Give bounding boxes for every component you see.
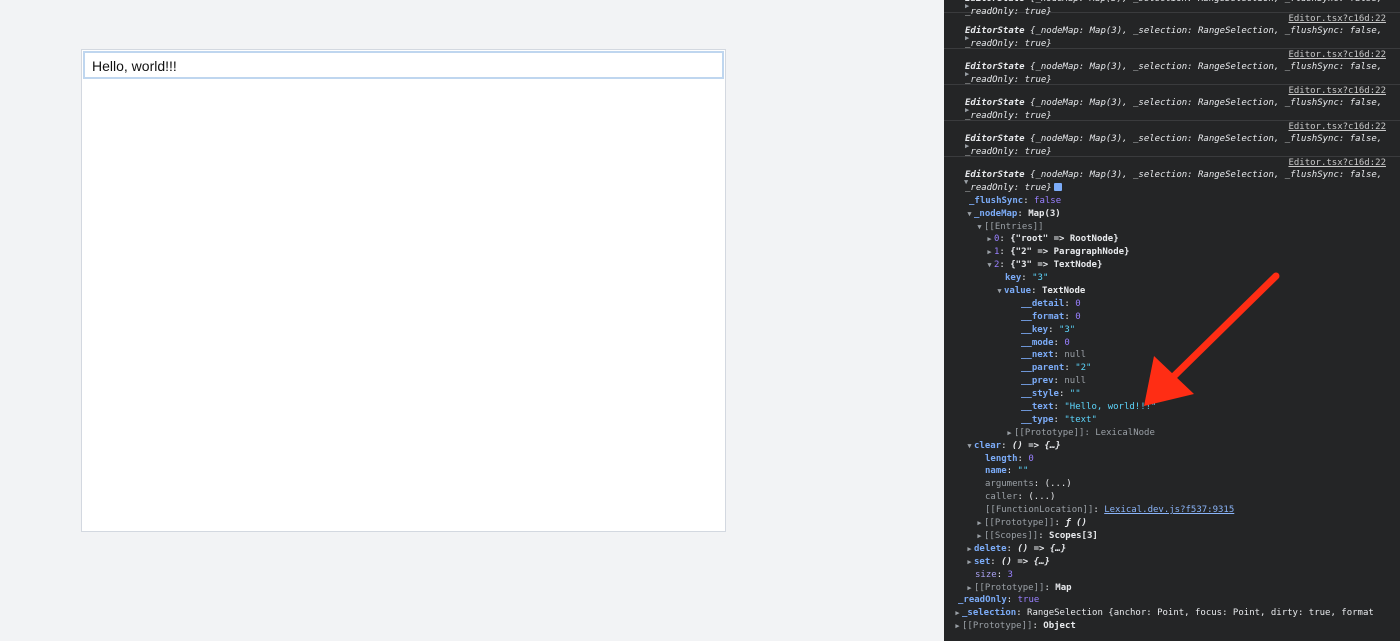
source-link[interactable]: Editor.tsx?c16d:22 [965, 85, 1392, 97]
expand-triangle-icon[interactable]: ▶ [953, 620, 962, 633]
collapse-triangle-icon[interactable]: ▼ [965, 208, 974, 221]
property-value: "text" [1064, 414, 1097, 425]
expand-triangle-icon[interactable]: ▶ [965, 543, 974, 556]
tree-row[interactable]: ▶ [[Prototype]]: Object [953, 620, 1392, 633]
expand-triangle-icon[interactable]: ▶ [1005, 427, 1014, 440]
property-key: __text [1021, 402, 1054, 413]
expand-triangle-icon[interactable]: ▶ [965, 582, 974, 595]
tree-row[interactable]: ▼ _nodeMap: Map(3) [965, 208, 1392, 221]
app-page: Hello, world!!! [0, 0, 944, 641]
tree-row[interactable]: arguments: (...) [965, 478, 1392, 491]
property-key: __prev [1021, 376, 1054, 387]
expand-triangle-icon[interactable]: ▶ [965, 0, 969, 13]
property-value: null [1064, 350, 1087, 361]
property-value: "" [1069, 389, 1081, 400]
expand-triangle-icon[interactable]: ▶ [975, 530, 984, 543]
console-log-entry[interactable]: Editor.tsx?c16d:22 ▶ EditorState {_nodeM… [944, 49, 1400, 85]
collapse-triangle-icon[interactable]: ▼ [964, 176, 968, 189]
tree-row[interactable]: ▶ [[Prototype]]: LexicalNode [965, 427, 1392, 440]
property-value: null [1064, 376, 1087, 387]
tree-row: name: "" [985, 466, 1029, 477]
collapse-triangle-icon[interactable]: ▼ [975, 221, 984, 234]
property-key: __key [1021, 324, 1049, 335]
tree-row: [[FunctionLocation]]: Lexical.dev.js?f53… [985, 505, 1235, 516]
expand-triangle-icon[interactable]: ▶ [965, 104, 969, 117]
property-key: __format [1021, 311, 1065, 322]
tree-row[interactable]: ▶ [[Scopes]]: Scopes[3] [965, 530, 1392, 543]
property-key: __parent [1021, 363, 1065, 374]
property-key: __next [1021, 350, 1054, 361]
expand-triangle-icon[interactable]: ▶ [965, 68, 969, 81]
editor-container: Hello, world!!! [81, 49, 726, 532]
expand-triangle-icon[interactable]: ▶ [953, 607, 962, 620]
expand-triangle-icon[interactable]: ▶ [975, 517, 984, 530]
tree-row[interactable]: ▼ [[Entries]] [965, 221, 1392, 234]
source-link[interactable]: Editor.tsx?c16d:22 [965, 13, 1392, 25]
console-log-entry[interactable]: ▶ EditorState {_nodeMap: Map(3), _select… [944, 0, 1400, 17]
red-arrow-annotation [1144, 272, 1280, 406]
tree-row[interactable]: ▶ _selection: RangeSelection {anchor: Poi… [953, 607, 1392, 620]
tree-row[interactable]: ▶ delete: () => {…} [965, 543, 1392, 556]
tree-row[interactable]: ▶ [[Prototype]]: ƒ () [965, 517, 1392, 530]
expand-triangle-icon[interactable]: ▶ [985, 233, 994, 246]
tree-row[interactable]: ▶ [[Prototype]]: Map [965, 582, 1392, 595]
tree-row[interactable]: caller: (...) [965, 491, 1392, 504]
property-value: "3" [1058, 324, 1076, 335]
property-key: __mode [1021, 337, 1054, 348]
console-log-entry[interactable]: Editor.tsx?c16d:22 ▶ EditorState {_nodeM… [944, 121, 1400, 157]
expand-triangle-icon[interactable]: ▶ [985, 246, 994, 259]
expand-triangle-icon[interactable]: ▶ [965, 32, 969, 45]
editor-content-input[interactable]: Hello, world!!! [83, 51, 724, 79]
expand-triangle-icon[interactable]: ▶ [965, 556, 974, 569]
tree-row[interactable]: ▶ set: () => {…} [965, 556, 1392, 569]
property-key: __style [1021, 389, 1059, 400]
tree-row[interactable]: ▶ 1: {"2" => ParagraphNode} [965, 246, 1392, 259]
property-value: 0 [1075, 311, 1081, 322]
console-log-entry[interactable]: Editor.tsx?c16d:22 ▶ EditorState {_nodeM… [944, 13, 1400, 49]
info-badge-icon[interactable] [1053, 182, 1062, 191]
property-key: __type [1021, 414, 1054, 425]
tree-row[interactable]: ▼ clear: () => {…} [965, 440, 1392, 453]
collapse-triangle-icon[interactable]: ▼ [965, 440, 974, 453]
tree-row: _readOnly: true [958, 595, 1040, 606]
property-value: "2" [1075, 363, 1092, 374]
console-log-entry[interactable]: Editor.tsx?c16d:22 ▶ EditorState {_nodeM… [944, 85, 1400, 121]
source-link[interactable]: Editor.tsx?c16d:22 [965, 121, 1392, 133]
tree-row[interactable]: ▶ 0: {"root" => RootNode} [965, 233, 1392, 246]
source-link[interactable]: Editor.tsx?c16d:22 [965, 157, 1392, 169]
property-value: 0 [1075, 298, 1081, 309]
expand-triangle-icon[interactable]: ▶ [965, 140, 969, 153]
function-location-link[interactable]: Lexical.dev.js?f537:9315 [1104, 505, 1234, 515]
tree-row: size: 3 [975, 569, 1013, 580]
property-key: __detail [1021, 298, 1065, 309]
collapse-triangle-icon[interactable]: ▼ [985, 259, 994, 272]
tree-row: _flushSync: false [969, 195, 1062, 206]
source-link[interactable]: Editor.tsx?c16d:22 [965, 49, 1392, 61]
tree-row: length: 0 [985, 453, 1034, 464]
arrow-shaft [1166, 272, 1280, 384]
property-value: 0 [1064, 337, 1070, 348]
collapse-triangle-icon[interactable]: ▼ [995, 285, 1004, 298]
